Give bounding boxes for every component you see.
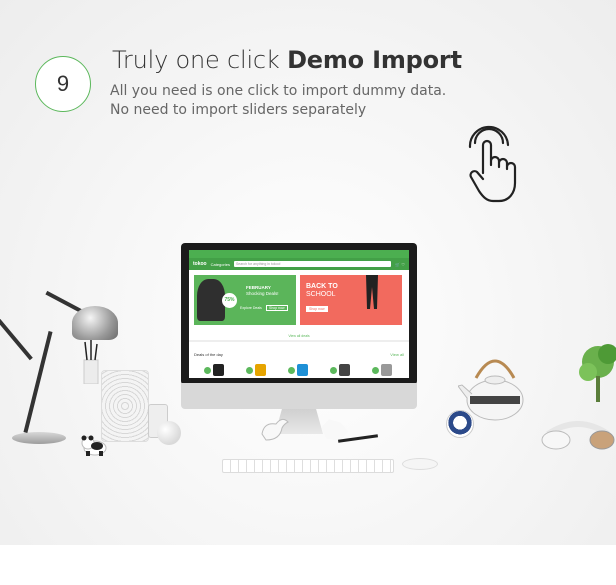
- patterned-vase: [101, 370, 149, 442]
- screen-cart-icon: 🛒 ♡: [395, 261, 405, 267]
- screen-navbar: tokoo Categories Search for anything in …: [189, 258, 409, 270]
- banner-photo: [197, 279, 225, 321]
- hand-pointer-icon: [468, 125, 517, 203]
- screen-divider: [189, 340, 409, 342]
- product-item: [330, 363, 352, 377]
- bird-figurine: [261, 418, 289, 441]
- screen-view-all: View all deals: [288, 334, 310, 338]
- product-item: [372, 363, 394, 377]
- feature-description-line2: No need to import sliders separately: [110, 102, 367, 118]
- screen-topbar: [189, 250, 409, 258]
- screen-logo: tokoo: [193, 261, 207, 267]
- banner-cta2: Shop now: [266, 305, 288, 311]
- screen-banners: 75% FEBRUARY Shocking Deals! Explore Dea…: [189, 270, 409, 325]
- banner-month: FEBRUARY: [246, 285, 271, 290]
- imac-monitor: tokoo Categories Search for anything in …: [181, 243, 417, 409]
- feature-title: Truly one click Demo Import: [112, 46, 462, 74]
- potted-plant: [579, 344, 616, 402]
- banner-school-title1: BACK TO: [306, 283, 338, 290]
- banner-school-photo: [366, 275, 378, 309]
- desk-lamp-arm-2: [0, 311, 33, 361]
- banner-back-to-school: BACK TO SCHOOL Shop now: [300, 275, 402, 325]
- desk-lamp-shade: [72, 306, 118, 340]
- panda-figurine: [81, 435, 107, 456]
- feature-description-line1: All you need is one click to import dumm…: [110, 83, 447, 99]
- product-item: [246, 363, 268, 377]
- banner-school-title2: SCHOOL: [306, 291, 336, 298]
- desk-lamp-base: [12, 432, 66, 444]
- deals-heading: Deals of the day: [194, 352, 223, 357]
- product-item: [204, 363, 226, 377]
- step-number-badge: 9: [35, 56, 91, 112]
- desk-lamp-arm: [23, 331, 53, 433]
- decor-ball: [157, 421, 181, 445]
- screen-deals-header: Deals of the day View all: [189, 344, 409, 357]
- mouse: [402, 458, 438, 470]
- screen-categories: Categories: [210, 261, 230, 267]
- keyboard: [222, 459, 394, 473]
- demo-website-screen: tokoo Categories Search for anything in …: [189, 250, 409, 378]
- feature-title-bold: Demo Import: [287, 46, 462, 74]
- headphones: [541, 421, 615, 450]
- deals-view-all: View all: [390, 352, 404, 357]
- monitor-bezel: tokoo Categories Search for anything in …: [181, 243, 417, 385]
- monitor-chin: [181, 383, 417, 409]
- banner-desc: Shocking Deals!: [246, 291, 279, 296]
- banner-cta: Explore Deals: [240, 306, 262, 310]
- screen-products: [189, 357, 409, 377]
- product-item: [288, 363, 310, 377]
- footer-band: [0, 545, 616, 585]
- banner-school-cta: Shop now: [306, 306, 328, 312]
- small-bowl: [446, 410, 474, 438]
- feature-title-light: Truly one click: [112, 46, 280, 74]
- banner-discount-badge: 75%: [222, 293, 237, 308]
- desk-lamp-arm-3: [45, 290, 83, 314]
- pencil-cup: [83, 340, 99, 384]
- screen-search: Search for anything in tokoo!: [233, 261, 392, 267]
- banner-shocking-deals: 75% FEBRUARY Shocking Deals! Explore Dea…: [194, 275, 296, 325]
